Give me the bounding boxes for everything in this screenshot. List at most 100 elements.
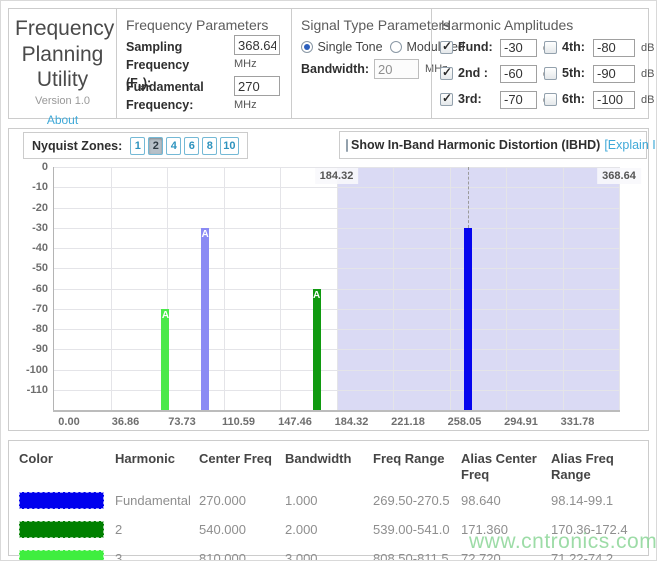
y-axis-tick-label: -80	[10, 323, 48, 335]
zone-boundary-label-end: 368.64	[597, 168, 641, 184]
3rd-checkbox[interactable]	[440, 93, 453, 106]
x-axis-line	[53, 410, 620, 412]
modulated-radio[interactable]	[390, 41, 402, 53]
ibhd-checkbox[interactable]	[346, 139, 348, 152]
about-link[interactable]: About	[47, 113, 78, 127]
nyquist-zone-button-10[interactable]: 10	[220, 137, 238, 155]
cell-center-freq: 270.000	[199, 486, 285, 515]
alias-bar-label: A	[313, 290, 321, 301]
cell-alias-center-freq: 72.720	[461, 544, 551, 562]
harmonic-row-4th: 4th: dB	[544, 36, 654, 59]
ibhd-box: Show In-Band Harmonic Distortion (IBHD) …	[339, 131, 647, 159]
fundamental-guide-line	[468, 167, 469, 228]
cell-bandwidth: 3.000	[285, 544, 373, 562]
zone-boundary-label-start: 184.32	[315, 168, 359, 184]
col-header-harmonic: Harmonic	[115, 446, 199, 486]
y-axis-tick-label: -60	[10, 283, 48, 295]
nyquist-zone-button-8[interactable]: 8	[202, 137, 217, 155]
y-axis-tick-label: 0	[10, 161, 48, 173]
6th-amplitude-input[interactable]	[593, 91, 635, 109]
x-axis-tick-label: 221.18	[391, 416, 425, 428]
fundamental-frequency-input[interactable]	[234, 76, 280, 96]
nyquist-zone-button-6[interactable]: 6	[184, 137, 199, 155]
chart-panel: Nyquist Zones: 1 2 4 6 8 10 Show In-Band…	[8, 128, 649, 431]
y-axis-tick-label: -90	[10, 343, 48, 355]
sampling-frequency-input[interactable]	[234, 35, 280, 55]
nyquist-zones-box: Nyquist Zones: 1 2 4 6 8 10	[23, 132, 248, 159]
explain-ibhd-link[interactable]: [Explain IBHD]	[604, 138, 657, 152]
cell-harmonic: 2	[115, 515, 199, 544]
y-axis-tick-label: -70	[10, 303, 48, 315]
harmonic-amplitudes-section: Harmonic Amplitudes Fund: dB 2nd : dB 3r…	[431, 9, 649, 118]
bandwidth-label: Bandwidth:	[301, 62, 369, 77]
col-header-alias-freq-range: Alias Freq Range	[551, 446, 646, 486]
alias-bar-label: A	[201, 229, 209, 240]
fund-amplitude-input[interactable]	[500, 39, 537, 57]
6th-checkbox[interactable]	[544, 93, 557, 106]
harmonic-row-5th: 5th: dB	[544, 62, 654, 85]
2nd-label: 2nd :	[458, 66, 500, 81]
y-axis-tick-label: -10	[10, 181, 48, 193]
cell-freq-range: 808.50-811.5	[373, 544, 461, 562]
nyquist-zones-label: Nyquist Zones:	[32, 139, 122, 153]
bandwidth-input[interactable]	[374, 59, 419, 79]
5th-amplitude-input[interactable]	[593, 65, 635, 83]
spectrum-chart: 0-10-20-30-40-50-60-70-80-90-100-1100.00…	[54, 167, 619, 410]
table-row-3rd-harmonic: 3 810.000 3.000 808.50-811.5 72.720 71.2…	[19, 544, 646, 562]
cell-alias-freq-range: 71.22-74.2	[551, 544, 646, 562]
gridline	[563, 167, 564, 410]
4th-label: 4th:	[562, 40, 593, 55]
harmonics-table-panel: Color Harmonic Center Freq Bandwidth Fre…	[8, 440, 649, 556]
frequency-planning-utility-page: Frequency Planning Utility Version 1.0 A…	[0, 0, 657, 561]
chart-bar-fundamental	[464, 228, 472, 410]
single-tone-radio[interactable]	[301, 41, 313, 53]
x-axis-tick-label: 294.91	[504, 416, 538, 428]
fundamental-frequency-label: Fundamental Frequency:	[126, 78, 234, 114]
3rd-label: 3rd:	[458, 92, 500, 107]
fundamental-color-swatch	[19, 492, 104, 509]
harmonic-row-3rd: 3rd: dB	[440, 88, 556, 111]
cell-center-freq: 810.000	[199, 544, 285, 562]
chart-bar-2nd-harmonic-alias: A	[313, 289, 321, 411]
nyquist-zone-button-1[interactable]: 1	[130, 137, 145, 155]
fund-checkbox[interactable]	[440, 41, 453, 54]
gridline	[111, 167, 112, 410]
4th-amplitude-input[interactable]	[593, 39, 635, 57]
3rd-amplitude-input[interactable]	[500, 91, 537, 109]
app-version: Version 1.0	[9, 95, 116, 107]
col-header-center-freq: Center Freq	[199, 446, 285, 486]
cell-alias-freq-range: 98.14-99.1	[551, 486, 646, 515]
cell-freq-range: 269.50-270.5	[373, 486, 461, 515]
2nd-checkbox[interactable]	[440, 67, 453, 80]
cell-bandwidth: 1.000	[285, 486, 373, 515]
gridline	[619, 167, 620, 410]
2nd-harmonic-color-swatch	[19, 521, 104, 538]
frequency-parameters-section: Frequency Parameters Sampling Frequency …	[116, 9, 291, 118]
2nd-amplitude-input[interactable]	[500, 65, 537, 83]
harmonic-row-2nd: 2nd : dB	[440, 62, 556, 85]
fund-label: Fund:	[458, 40, 500, 55]
fundamental-frequency-unit: MHz	[234, 99, 280, 111]
cell-alias-center-freq: 171.360	[461, 515, 551, 544]
x-axis-tick-label: 147.46	[278, 416, 312, 428]
gridline	[224, 167, 225, 410]
nyquist-zone-button-2[interactable]: 2	[148, 137, 163, 155]
y-axis-tick-label: -40	[10, 242, 48, 254]
cell-center-freq: 540.000	[199, 515, 285, 544]
signal-type-section: Signal Type Parameters Single Tone Modul…	[291, 9, 431, 118]
single-tone-label: Single Tone	[317, 40, 382, 54]
cell-harmonic: Fundamental	[115, 486, 199, 515]
x-axis-tick-label: 110.59	[222, 416, 255, 428]
y-axis-tick-label: -100	[10, 364, 48, 376]
nyquist-zone-button-4[interactable]: 4	[166, 137, 181, 155]
app-header: Frequency Planning Utility Version 1.0 A…	[9, 9, 116, 118]
5th-label: 5th:	[562, 66, 593, 81]
y-axis-line	[53, 167, 54, 412]
x-axis-tick-label: 0.00	[58, 416, 79, 428]
parameters-panel: Frequency Planning Utility Version 1.0 A…	[8, 8, 649, 119]
harmonic-amplitudes-title: Harmonic Amplitudes	[441, 17, 573, 33]
cell-freq-range: 539.00-541.0	[373, 515, 461, 544]
4th-checkbox[interactable]	[544, 41, 557, 54]
col-header-bandwidth: Bandwidth	[285, 446, 373, 486]
5th-checkbox[interactable]	[544, 67, 557, 80]
